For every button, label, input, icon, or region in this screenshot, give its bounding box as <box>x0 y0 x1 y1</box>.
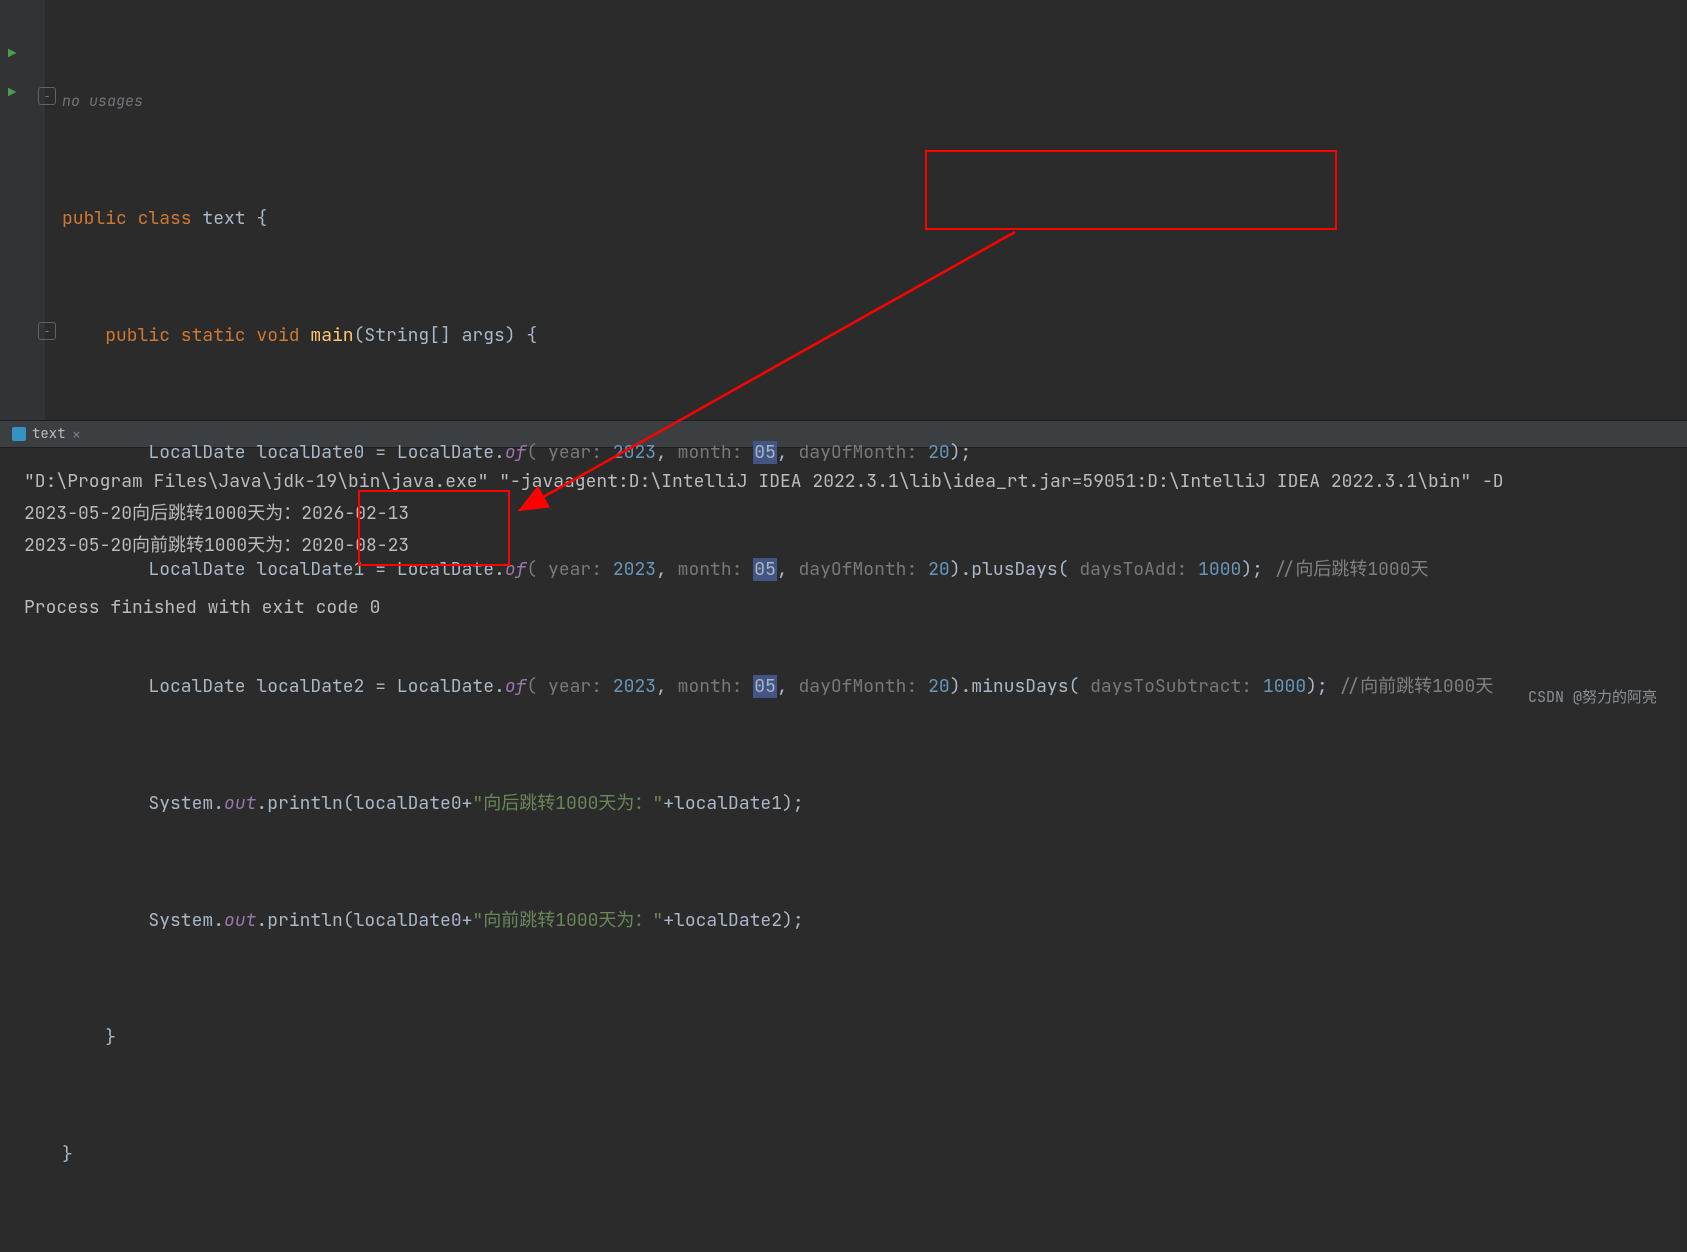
code-content[interactable]: no usages public class text { public sta… <box>62 0 1687 1252</box>
usages-hint: no usages <box>62 82 1687 121</box>
code-editor[interactable]: ▶ ▶ − − no usages public class text { pu… <box>0 0 1687 420</box>
editor-gutter: ▶ ▶ − − <box>0 0 45 420</box>
tab-label: text <box>32 425 66 443</box>
fold-icon[interactable]: − <box>38 87 56 105</box>
fold-icon[interactable]: − <box>38 322 56 340</box>
watermark: CSDN @努力的阿亮 <box>1528 686 1657 707</box>
run-main-icon[interactable]: ▶ <box>8 84 16 102</box>
run-class-icon[interactable]: ▶ <box>8 45 16 63</box>
run-config-icon <box>12 427 26 441</box>
